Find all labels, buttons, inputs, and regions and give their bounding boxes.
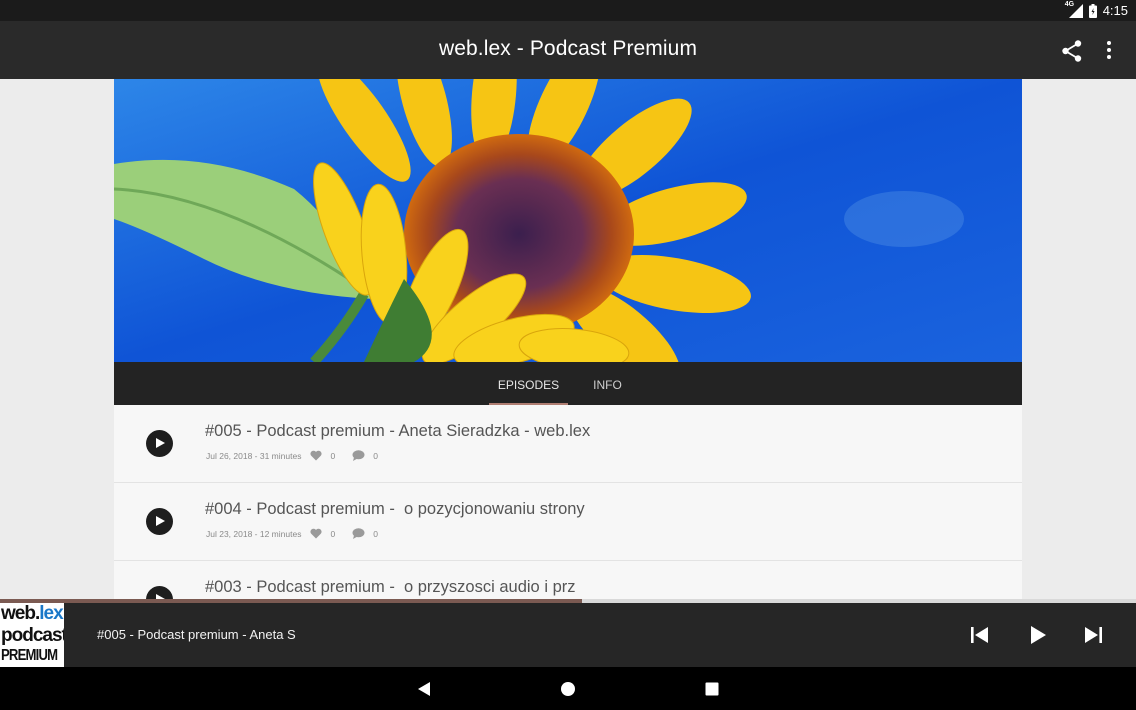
like-count: 0 — [330, 529, 336, 539]
episode-meta: Jul 26, 2018 - 31 minutes 0 0 — [206, 449, 378, 463]
play-icon — [1031, 626, 1046, 644]
tab-episodes[interactable]: EPISODES — [489, 362, 568, 405]
back-button[interactable] — [415, 680, 433, 698]
sunflower-image — [114, 79, 1022, 362]
comment-count: 0 — [373, 451, 378, 461]
app-bar: web.lex - Podcast Premium — [0, 21, 1136, 79]
episode-title: #005 - Podcast premium - Aneta Sieradzka… — [205, 422, 591, 440]
mini-player: web.lex podcast PREMIUM #005 - Podcast p… — [0, 603, 1136, 667]
more-vert-icon — [1107, 41, 1111, 59]
skip-next-icon — [1085, 627, 1102, 643]
more-options-button[interactable] — [1099, 38, 1119, 64]
episode-row[interactable]: #004 - Podcast premium - o pozycjonowani… — [114, 483, 1022, 561]
cover-logo-line: PREMIUM — [1, 647, 58, 664]
cover-logo-line: web.lex — [1, 603, 64, 624]
episode-date: Jul 23, 2018 - 12 minutes — [206, 529, 302, 539]
skip-previous-button[interactable] — [968, 623, 992, 647]
tab-bar: EPISODES INFO — [114, 362, 1022, 405]
tab-episodes-label: EPISODES — [497, 378, 560, 392]
cover-logo-line: podcast — [1, 625, 64, 646]
system-navigation-bar — [0, 667, 1136, 710]
status-bar: 4G 4:15 — [0, 0, 1136, 21]
tab-info-label: INFO — [593, 378, 622, 392]
episode-meta: Jul 23, 2018 - 12 minutes 0 0 — [206, 527, 378, 541]
heart-icon[interactable] — [310, 528, 323, 541]
episode-row[interactable]: #005 - Podcast premium - Aneta Sieradzka… — [114, 405, 1022, 483]
recents-button[interactable] — [703, 680, 721, 698]
share-button[interactable] — [1059, 38, 1085, 64]
play-episode-button[interactable] — [146, 508, 173, 535]
skip-previous-icon — [971, 627, 988, 643]
episode-list: #005 - Podcast premium - Aneta Sieradzka… — [114, 405, 1022, 599]
page-title: web.lex - Podcast Premium — [438, 37, 698, 60]
share-icon — [1062, 40, 1082, 62]
clock: 4:15 — [1102, 3, 1128, 18]
network-type: 4G — [1064, 0, 1075, 8]
skip-next-button[interactable] — [1081, 623, 1105, 647]
battery-icon — [1088, 3, 1097, 18]
play-episode-button[interactable] — [146, 586, 173, 599]
status-icons: 4G 4:15 — [1064, 0, 1128, 19]
home-circle-icon — [561, 682, 575, 696]
podcast-panel: EPISODES INFO #005 - Podcast premium - A… — [114, 79, 1022, 599]
comment-icon[interactable] — [352, 449, 365, 463]
home-button[interactable] — [559, 680, 577, 698]
like-count: 0 — [330, 451, 336, 461]
comment-count: 0 — [373, 529, 378, 539]
episode-title: #003 - Podcast premium - o przyszosci au… — [205, 578, 576, 596]
tab-info[interactable]: INFO — [584, 362, 631, 405]
play-episode-button[interactable] — [146, 430, 173, 457]
episode-row[interactable]: #003 - Podcast premium - o przyszosci au… — [114, 561, 1022, 599]
recents-square-icon — [705, 682, 719, 696]
now-playing-title: #005 - Podcast premium - Aneta S — [97, 627, 296, 642]
header-image — [114, 79, 1022, 362]
comment-icon[interactable] — [352, 527, 365, 541]
play-button[interactable] — [1026, 623, 1050, 647]
back-triangle-icon — [418, 682, 430, 696]
episode-title: #004 - Podcast premium - o pozycjonowani… — [205, 500, 585, 518]
heart-icon[interactable] — [310, 450, 323, 463]
podcast-cover-art[interactable]: web.lex podcast PREMIUM — [0, 603, 64, 667]
episode-date: Jul 26, 2018 - 31 minutes — [206, 451, 302, 461]
cell-signal-icon: 4G — [1064, 0, 1083, 18]
